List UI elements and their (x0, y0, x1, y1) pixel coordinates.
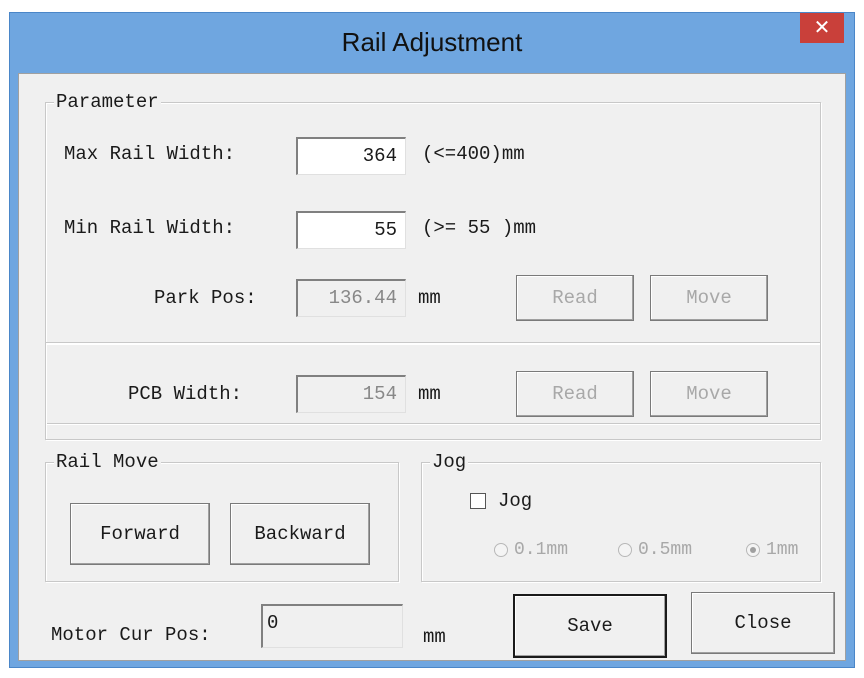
jog-group: Jog Jog 0.1mm 0.5mm 1mm (421, 452, 821, 582)
jog-step-0-5mm-radio[interactable] (618, 543, 632, 557)
jog-checkbox-label: Jog (498, 490, 533, 512)
motor-cur-pos-input: 0 (261, 604, 403, 648)
jog-step-1mm-radio[interactable] (746, 543, 760, 557)
motor-cur-pos-unit: mm (423, 626, 446, 648)
dialog-body: Parameter Max Rail Width: 364 (<=400)mm … (18, 73, 846, 661)
park-read-button[interactable]: Read (516, 275, 634, 321)
pcb-width-label: PCB Width: (128, 383, 243, 405)
jog-checkbox[interactable] (470, 493, 486, 509)
pcb-width-group: PCB Width: 154 mm Read Move (45, 342, 821, 440)
backward-button[interactable]: Backward (230, 503, 370, 565)
max-rail-width-hint: (<=400)mm (422, 143, 525, 165)
max-rail-width-label: Max Rail Width: (64, 143, 236, 165)
forward-button[interactable]: Forward (70, 503, 210, 565)
park-pos-unit: mm (418, 287, 441, 309)
min-rail-width-hint: (>= 55 )mm (422, 217, 537, 239)
jog-step-0-1mm-label: 0.1mm (514, 540, 569, 560)
parameter-legend: Parameter (54, 91, 161, 113)
rail-move-group: Rail Move Forward Backward (45, 452, 399, 582)
close-icon[interactable]: ✕ (800, 13, 844, 43)
jog-step-1mm-label: 1mm (766, 540, 799, 560)
jog-step-0-5mm-label: 0.5mm (638, 540, 693, 560)
pcb-width-input: 154 (296, 375, 406, 413)
pcb-move-button[interactable]: Move (650, 371, 768, 417)
min-rail-width-input[interactable]: 55 (296, 211, 406, 249)
pcb-width-unit: mm (418, 383, 441, 405)
min-rail-width-label: Min Rail Width: (64, 217, 236, 239)
radio-selected-dot (750, 547, 756, 553)
motor-cur-pos-label: Motor Cur Pos: (51, 624, 211, 646)
window-title: Rail Adjustment (341, 27, 523, 57)
max-rail-width-input[interactable]: 364 (296, 137, 406, 175)
title-bar[interactable]: Rail Adjustment ✕ (10, 13, 854, 73)
jog-legend: Jog (430, 451, 469, 473)
rail-adjustment-window: Rail Adjustment ✕ Parameter Max Rail Wid… (9, 12, 855, 668)
save-button[interactable]: Save (513, 594, 667, 658)
pcb-read-button[interactable]: Read (516, 371, 634, 417)
rail-move-legend: Rail Move (54, 451, 161, 473)
jog-step-0-1mm-radio[interactable] (494, 543, 508, 557)
park-move-button[interactable]: Move (650, 275, 768, 321)
park-pos-label: Park Pos: (154, 287, 257, 309)
park-pos-input: 136.44 (296, 279, 406, 317)
close-button[interactable]: Close (691, 592, 835, 654)
